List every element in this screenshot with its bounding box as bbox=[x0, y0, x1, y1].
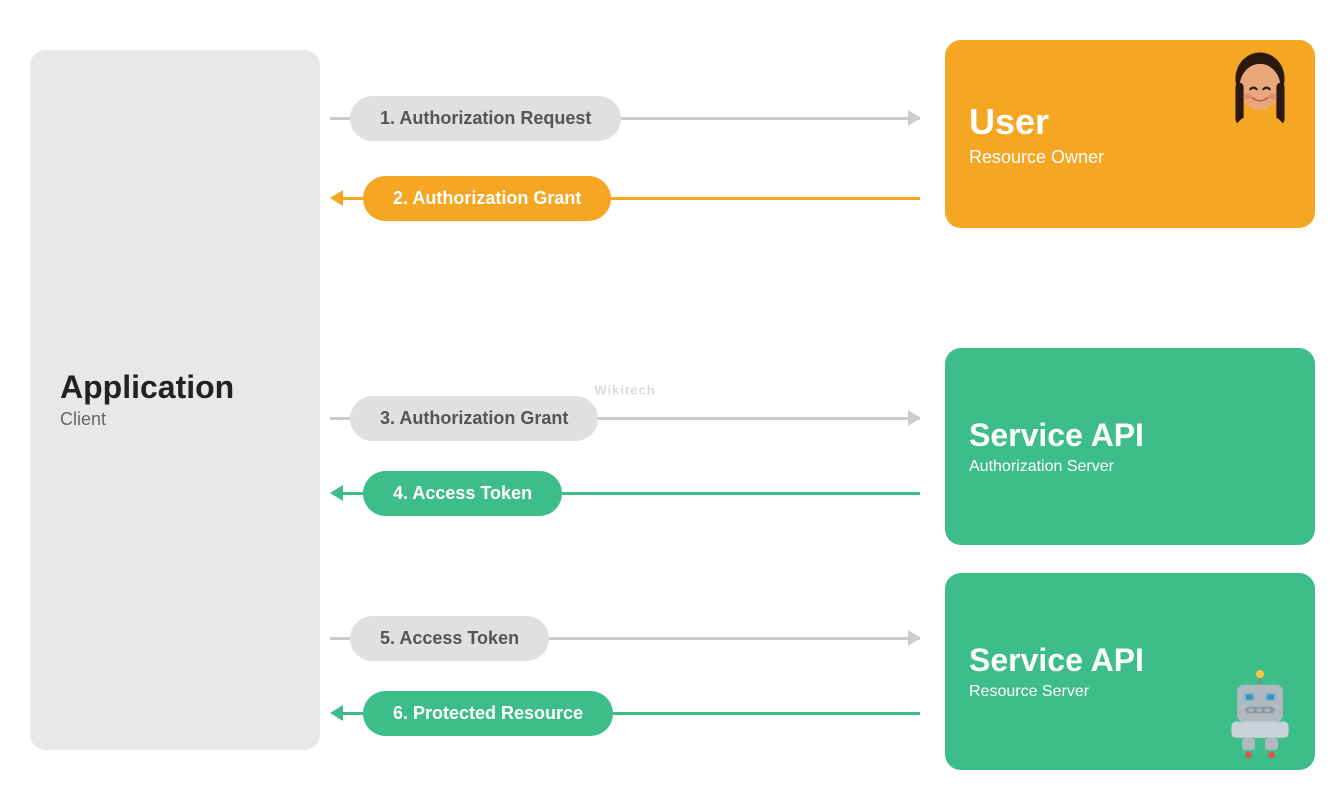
arrow-row-6: 6. Protected Resource bbox=[330, 690, 920, 736]
line-right-5 bbox=[549, 637, 920, 640]
arrow-label-3: 3. Authorization Grant bbox=[380, 408, 568, 428]
arrow-row-4: 4. Access Token bbox=[330, 470, 920, 516]
line-right-6 bbox=[613, 712, 920, 715]
arrow-row-2: 2. Authorization Grant bbox=[330, 175, 920, 221]
line-right-3 bbox=[598, 417, 920, 420]
arrow-label-4: 4. Access Token bbox=[393, 483, 532, 503]
arrowhead-right-3 bbox=[908, 410, 921, 426]
service-api-auth-title: Service API bbox=[969, 417, 1291, 454]
arrow-row-5: 5. Access Token bbox=[330, 615, 920, 661]
pill-1: 1. Authorization Request bbox=[350, 96, 621, 141]
right-panels: User Resource Owner bbox=[945, 40, 1315, 770]
pill-6: 6. Protected Resource bbox=[363, 691, 613, 736]
arrow-label-2: 2. Authorization Grant bbox=[393, 188, 581, 208]
pill-3: 3. Authorization Grant bbox=[350, 396, 598, 441]
client-panel: Application Client bbox=[30, 50, 320, 750]
arrow-label-5: 5. Access Token bbox=[380, 628, 519, 648]
line-left-6 bbox=[343, 712, 363, 715]
line-left-4 bbox=[343, 492, 363, 495]
line-right-1 bbox=[621, 117, 920, 120]
client-title: Application bbox=[60, 370, 234, 405]
service-api-auth-panel: Service API Authorization Server bbox=[945, 348, 1315, 545]
service-api-resource-panel: Service API Resource Server bbox=[945, 573, 1315, 770]
client-subtitle: Client bbox=[60, 409, 106, 430]
robot-avatar bbox=[1215, 670, 1305, 760]
line-left-1 bbox=[330, 117, 350, 120]
arrowhead-left-4 bbox=[330, 485, 343, 501]
line-right-4 bbox=[562, 492, 920, 495]
user-panel: User Resource Owner bbox=[945, 40, 1315, 228]
pill-5: 5. Access Token bbox=[350, 616, 549, 661]
arrowhead-left-6 bbox=[330, 705, 343, 721]
line-left-2 bbox=[343, 197, 363, 200]
spacer2 bbox=[945, 545, 1315, 573]
arrow-label-6: 6. Protected Resource bbox=[393, 703, 583, 723]
diagram-container: Application Client User Resource Owner bbox=[0, 0, 1340, 810]
arrowhead-right-1 bbox=[908, 110, 921, 126]
user-panel-subtitle: Resource Owner bbox=[969, 147, 1291, 168]
line-right-2 bbox=[611, 197, 920, 200]
arrow-row-3: 3. Authorization Grant bbox=[330, 395, 920, 441]
arrowhead-right-5 bbox=[908, 630, 921, 646]
line-left-3 bbox=[330, 417, 350, 420]
arrow-row-1: 1. Authorization Request bbox=[330, 95, 920, 141]
pill-4: 4. Access Token bbox=[363, 471, 562, 516]
service-api-auth-subtitle: Authorization Server bbox=[969, 458, 1291, 476]
arrow-label-1: 1. Authorization Request bbox=[380, 108, 591, 128]
pill-2: 2. Authorization Grant bbox=[363, 176, 611, 221]
line-left-5 bbox=[330, 637, 350, 640]
arrows-area: Wikitech 1. Authorization Request 2. Aut… bbox=[330, 40, 920, 770]
spacer1 bbox=[945, 228, 1315, 347]
user-avatar bbox=[1215, 50, 1305, 140]
arrowhead-left-2 bbox=[330, 190, 343, 206]
